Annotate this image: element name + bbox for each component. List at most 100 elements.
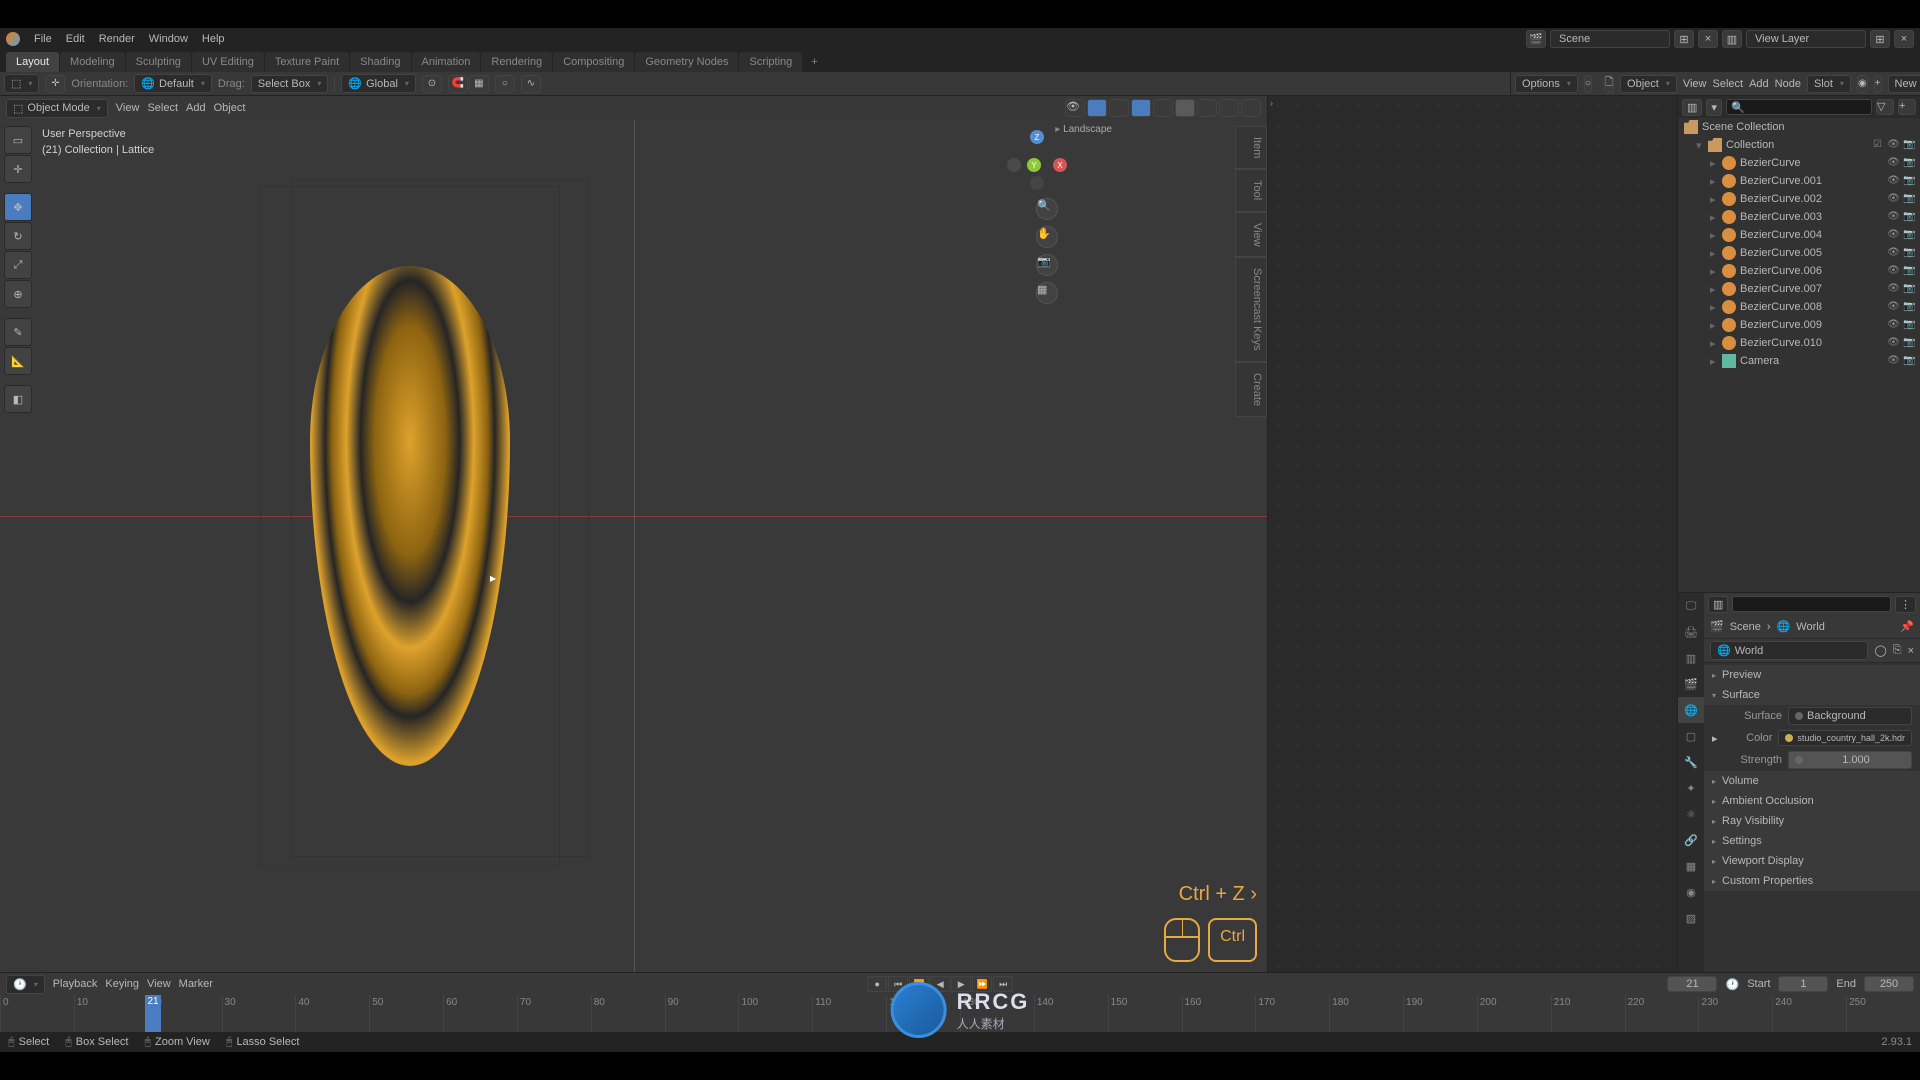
scene-new-icon[interactable]: ⊞ <box>1674 30 1694 48</box>
cursor-icon[interactable]: ✛ <box>45 75 65 93</box>
shader-node-editor[interactable]: › <box>1267 96 1677 972</box>
tl-keying[interactable]: Keying <box>105 978 139 990</box>
ntab-view[interactable]: View <box>1235 212 1267 258</box>
mat-new-label[interactable]: New <box>1888 75 1920 93</box>
world-new-icon[interactable]: ◯ <box>1874 644 1886 657</box>
outliner-newcol-icon[interactable]: + <box>1898 99 1916 115</box>
tree-item[interactable]: ▸BezierCurve.007👁📷 <box>1678 280 1920 298</box>
snap-toggle-icon[interactable]: 🧲 <box>448 75 468 93</box>
viewlayer-new-icon[interactable]: ⊞ <box>1870 30 1890 48</box>
viewlayer-name-field[interactable]: View Layer <box>1746 30 1866 48</box>
shading-menu-icon[interactable] <box>1241 99 1261 117</box>
landscape-label[interactable]: Landscape <box>1055 124 1112 135</box>
axis-y-icon[interactable]: Y <box>1027 158 1041 172</box>
shading-matprev-icon[interactable] <box>1197 99 1217 117</box>
node-menu-add[interactable]: Add <box>1749 78 1769 90</box>
tab-layout[interactable]: Layout <box>6 52 59 72</box>
scene-del-icon[interactable]: × <box>1698 30 1718 48</box>
autokey-icon[interactable]: ● <box>867 976 887 992</box>
tl-marker[interactable]: Marker <box>179 978 213 990</box>
axis-z-icon[interactable]: Z <box>1030 130 1044 144</box>
prop-search[interactable] <box>1732 596 1891 612</box>
tab-animation[interactable]: Animation <box>412 52 481 72</box>
tab-sculpting[interactable]: Sculpting <box>126 52 191 72</box>
outliner-search[interactable]: 🔍 <box>1726 99 1872 115</box>
color-value[interactable]: studio_country_hall_2k.hdr <box>1778 730 1912 746</box>
tree-item[interactable]: ▸BezierCurve.009👁📷 <box>1678 316 1920 334</box>
ptab-constraint[interactable]: 🔗 <box>1678 827 1704 853</box>
outliner-mode-icon[interactable]: ▾ <box>1706 99 1722 116</box>
ptab-viewlayer[interactable]: ▥ <box>1678 645 1704 671</box>
tab-modeling[interactable]: Modeling <box>60 52 125 72</box>
sect-rayvis[interactable]: Ray Visibility <box>1704 811 1920 831</box>
viewlayer-del-icon[interactable]: × <box>1894 30 1914 48</box>
start-frame[interactable]: 1 <box>1778 976 1828 992</box>
world-del-icon[interactable]: × <box>1908 645 1914 657</box>
viewlayer-browse-icon[interactable]: ▥ <box>1722 30 1742 48</box>
ortho-gizmo-icon[interactable]: ▦ <box>1036 282 1058 304</box>
ptab-modifier[interactable]: 🔧 <box>1678 749 1704 775</box>
camera-gizmo-icon[interactable]: 📷 <box>1036 254 1058 276</box>
gizmo-toggle-icon[interactable] <box>1087 99 1107 117</box>
shading-solid-icon[interactable] <box>1175 99 1195 117</box>
overlay-toggle-icon[interactable] <box>1109 99 1129 117</box>
menu-help[interactable]: Help <box>202 33 225 45</box>
tree-item[interactable]: ▸BezierCurve.008👁📷 <box>1678 298 1920 316</box>
world-copy-icon[interactable]: ⎘ <box>1893 644 1902 657</box>
3d-viewport[interactable]: ⬚ Object Mode View Select Add Object 👁 <box>0 96 1267 972</box>
node-menu-node[interactable]: Node <box>1775 78 1801 90</box>
tree-item[interactable]: ▸BezierCurve👁📷 <box>1678 154 1920 172</box>
sect-volume[interactable]: Volume <box>1704 771 1920 791</box>
axis-zneg-icon[interactable] <box>1030 176 1044 190</box>
axis-gizmo[interactable]: Z Y X <box>1007 130 1067 190</box>
menu-render[interactable]: Render <box>99 33 135 45</box>
ptab-render[interactable]: 🖵 <box>1678 593 1704 619</box>
tool-cursor[interactable]: ✛ <box>4 155 32 183</box>
node-menu-view[interactable]: View <box>1683 78 1707 90</box>
prop-type-icon[interactable]: ▥ <box>1708 596 1728 613</box>
tab-rendering[interactable]: Rendering <box>481 52 552 72</box>
axis-x-icon[interactable]: X <box>1053 158 1067 172</box>
zoom-gizmo-icon[interactable]: 🔍 <box>1036 198 1058 220</box>
sect-viewport[interactable]: Viewport Display <box>1704 851 1920 871</box>
tab-shading[interactable]: Shading <box>350 52 410 72</box>
tool-select-box[interactable]: ▭ <box>4 126 32 154</box>
ptab-data[interactable]: ▦ <box>1678 853 1704 879</box>
tree-item[interactable]: ▸BezierCurve.003👁📷 <box>1678 208 1920 226</box>
tab-add-icon[interactable]: + <box>803 52 825 72</box>
sect-settings[interactable]: Settings <box>1704 831 1920 851</box>
scene-name-field[interactable]: Scene <box>1550 30 1670 48</box>
timeline-type-icon[interactable]: 🕐 <box>6 975 45 994</box>
tree-item[interactable]: ▸BezierCurve.002👁📷 <box>1678 190 1920 208</box>
bc-world[interactable]: World <box>1796 621 1825 633</box>
current-frame[interactable]: 21 <box>1667 976 1717 992</box>
node-object-dropdown[interactable]: Object <box>1620 75 1677 93</box>
ptab-particle[interactable]: ✦ <box>1678 775 1704 801</box>
tab-uv[interactable]: UV Editing <box>192 52 264 72</box>
prop-options-icon[interactable]: ⋮ <box>1895 596 1916 613</box>
tool-annotate[interactable]: ✎ <box>4 318 32 346</box>
sect-ao[interactable]: Ambient Occlusion <box>1704 791 1920 811</box>
ptab-physics[interactable]: ⚛ <box>1678 801 1704 827</box>
mat-browse-icon[interactable]: ◉ <box>1857 75 1868 93</box>
timeline-cursor[interactable]: 21 <box>145 995 161 1032</box>
tree-item[interactable]: ▸BezierCurve.005👁📷 <box>1678 244 1920 262</box>
xray-icon[interactable] <box>1131 99 1151 117</box>
snap-type-icon[interactable]: ▦ <box>469 75 489 93</box>
ntab-screencast[interactable]: Screencast Keys <box>1235 257 1267 362</box>
shading-rendered-icon[interactable] <box>1219 99 1239 117</box>
orientation-dropdown[interactable]: 🌐 Default <box>134 74 212 93</box>
transform-orient-dropdown[interactable]: 🌐 Global <box>341 74 416 93</box>
tool-rotate[interactable]: ↻ <box>4 222 32 250</box>
add-menu[interactable]: Add <box>186 102 206 114</box>
editor-type-icon[interactable]: ⬚ <box>4 74 39 93</box>
tool-transform[interactable]: ⊕ <box>4 280 32 308</box>
sect-surface[interactable]: Surface <box>1704 685 1920 705</box>
end-frame[interactable]: 250 <box>1864 976 1914 992</box>
tree-item[interactable]: ▸BezierCurve.004👁📷 <box>1678 226 1920 244</box>
slot-dropdown[interactable]: Slot <box>1807 75 1851 93</box>
select-menu[interactable]: Select <box>147 102 178 114</box>
tool-scale[interactable]: ⤢ <box>4 251 32 279</box>
ntab-create[interactable]: Create <box>1235 362 1267 417</box>
ptab-world[interactable]: 🌐 <box>1678 697 1704 723</box>
